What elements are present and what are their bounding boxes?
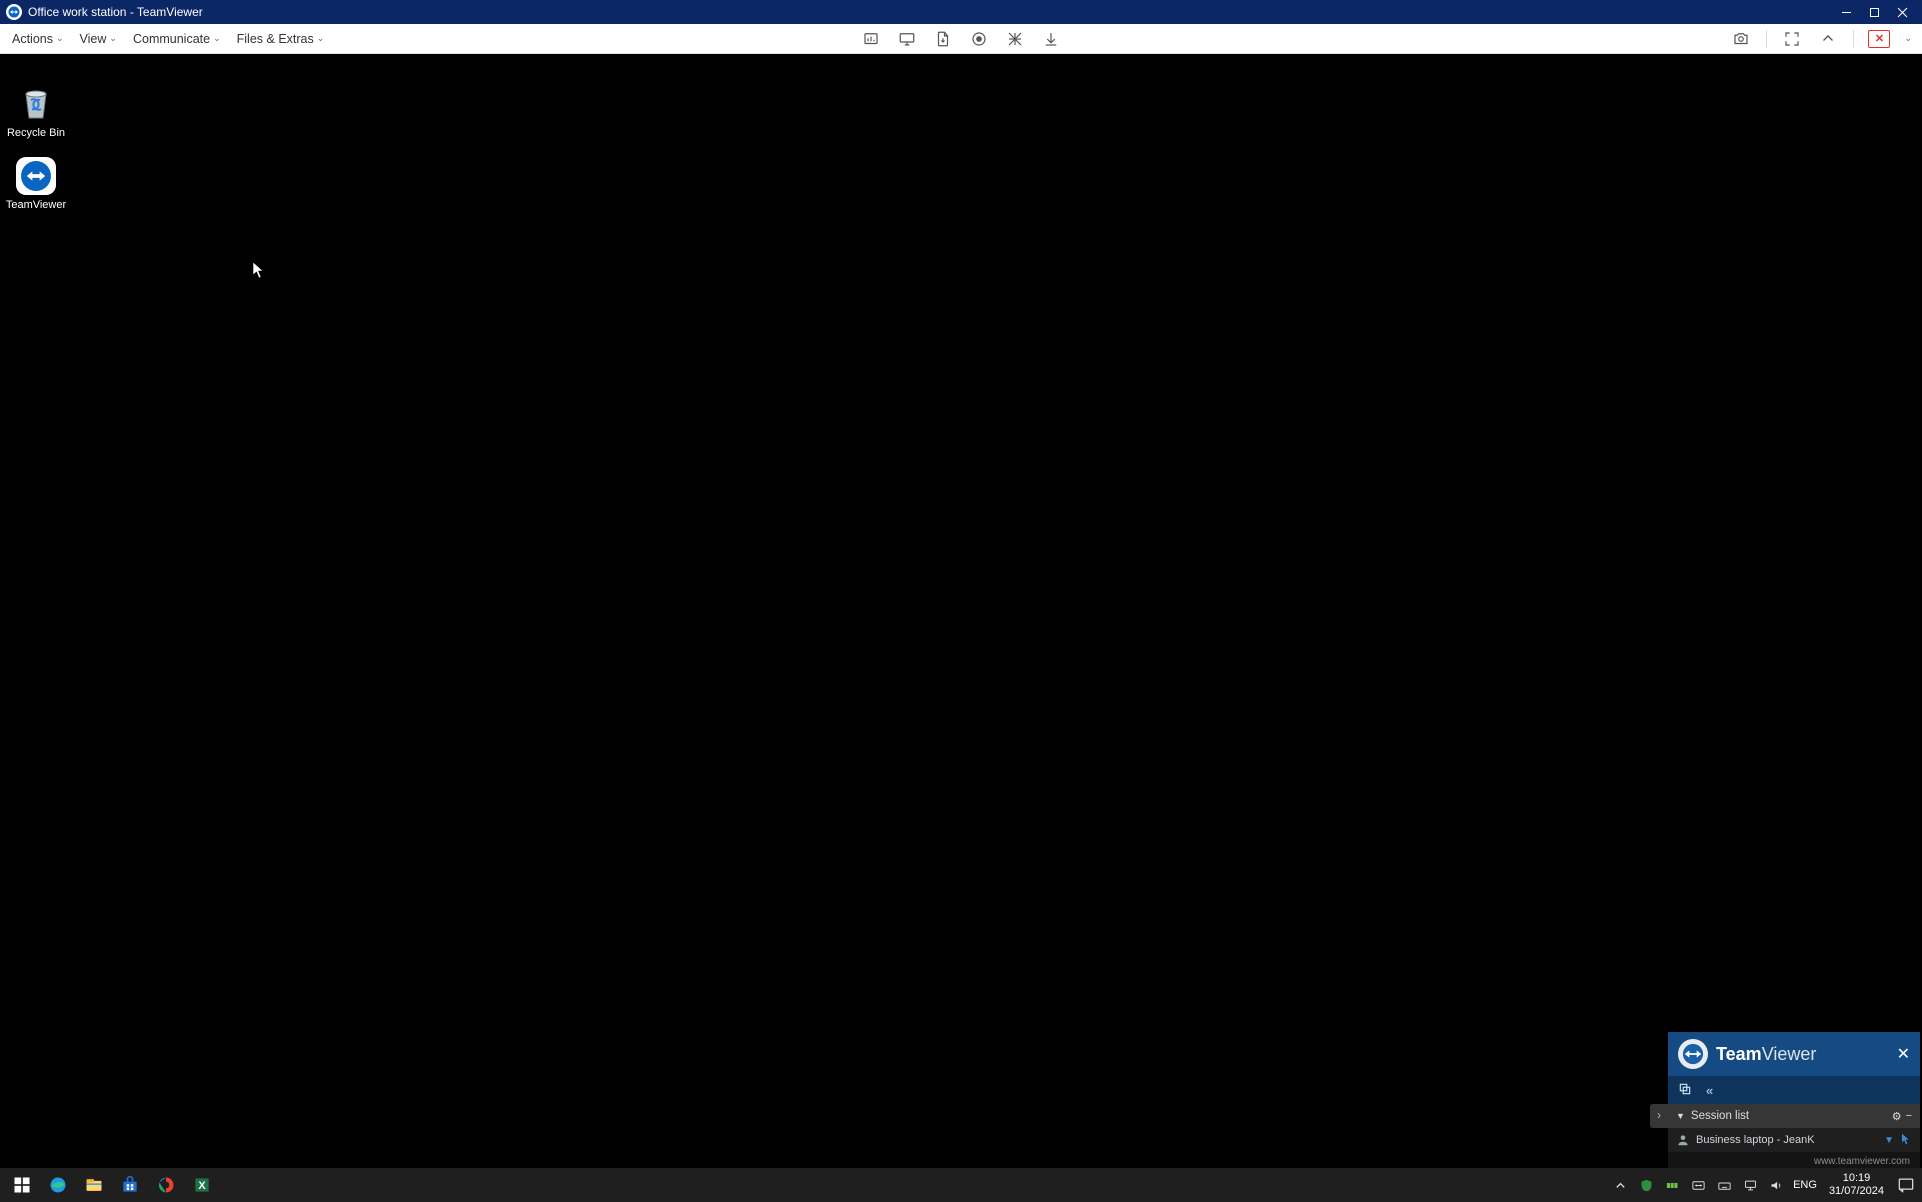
- menu-view-label: View: [80, 32, 107, 46]
- taskbar-app-store[interactable]: [112, 1168, 148, 1202]
- menu-files-extras-label: Files & Extras: [237, 32, 314, 46]
- separator: [1853, 30, 1854, 48]
- recycle-bin-icon: [16, 84, 56, 124]
- maximize-button[interactable]: [1860, 0, 1888, 24]
- user-icon: [1676, 1133, 1690, 1147]
- collapse-icon[interactable]: «: [1706, 1083, 1713, 1098]
- tray-keyboard-icon[interactable]: [1715, 1176, 1733, 1194]
- chevron-down-icon: ⌄: [317, 33, 325, 44]
- close-session-button[interactable]: ✕: [1868, 30, 1890, 48]
- menu-actions[interactable]: Actions ⌄: [0, 24, 72, 53]
- pointer-icon[interactable]: [1900, 1133, 1912, 1148]
- annotate-icon[interactable]: [1004, 28, 1026, 50]
- session-row[interactable]: Business laptop - JeanK ▼: [1668, 1128, 1920, 1152]
- chevron-down-icon: ⌄: [109, 33, 117, 44]
- tray-volume-icon[interactable]: [1767, 1176, 1785, 1194]
- remote-desktop[interactable]: Recycle Bin TeamViewer TeamViewer ✕ «: [0, 54, 1922, 1202]
- triangle-down-icon: ▼: [1676, 1111, 1685, 1121]
- screenshot-icon[interactable]: [1730, 28, 1752, 50]
- taskbar-app-edge[interactable]: [40, 1168, 76, 1202]
- tray-security-icon[interactable]: [1637, 1176, 1655, 1194]
- tray-time: 10:19: [1829, 1172, 1884, 1185]
- taskbar-app-excel[interactable]: X: [184, 1168, 220, 1202]
- separator: [1766, 30, 1767, 48]
- dashboard-icon[interactable]: [860, 28, 882, 50]
- mouse-cursor-icon: [252, 261, 266, 283]
- menu-files-extras[interactable]: Files & Extras ⌄: [229, 24, 333, 53]
- toolbar-center-icons: [860, 28, 1062, 50]
- tray-chevron-up-icon[interactable]: [1611, 1176, 1629, 1194]
- titlebar: Office work station - TeamViewer: [0, 0, 1922, 24]
- session-list-label: Session list: [1691, 1110, 1749, 1122]
- taskbar-app-explorer[interactable]: [76, 1168, 112, 1202]
- svg-text:X: X: [198, 1180, 206, 1192]
- desktop-icon-label: Recycle Bin: [1, 127, 71, 139]
- expand-arrow-icon[interactable]: ›: [1650, 1104, 1668, 1128]
- chevron-down-icon: ⌄: [56, 33, 64, 44]
- teamviewer-app-icon: [16, 156, 56, 196]
- panel-footer-url: www.teamviewer.com: [1814, 1156, 1910, 1167]
- close-button[interactable]: [1888, 0, 1916, 24]
- panel-close-button[interactable]: ✕: [1897, 1044, 1910, 1064]
- record-icon[interactable]: [968, 28, 990, 50]
- copy-icon[interactable]: [1678, 1082, 1692, 1099]
- tray-notifications-icon[interactable]: [1896, 1175, 1916, 1195]
- gear-icon[interactable]: ⚙: [1892, 1110, 1902, 1123]
- minus-icon[interactable]: −: [1906, 1110, 1912, 1122]
- menu-actions-label: Actions: [12, 32, 53, 46]
- toolbar: Actions ⌄ View ⌄ Communicate ⌄ Files & E…: [0, 24, 1922, 54]
- triangle-down-icon[interactable]: ▼: [1884, 1135, 1894, 1146]
- desktop-icon-recycle-bin[interactable]: Recycle Bin: [1, 84, 71, 139]
- chevron-down-icon: ⌄: [213, 33, 221, 44]
- teamviewer-logo-icon: [6, 4, 22, 20]
- menu-communicate[interactable]: Communicate ⌄: [125, 24, 229, 53]
- tray-clock[interactable]: 10:19 31/07/2024: [1825, 1172, 1888, 1198]
- taskbar-app-office[interactable]: [148, 1168, 184, 1202]
- teamviewer-panel: TeamViewer ✕ « › ▼ Session list ⚙ − Busi…: [1668, 1032, 1920, 1172]
- desktop-icon-label: TeamViewer: [1, 199, 71, 211]
- menu-view[interactable]: View ⌄: [72, 24, 125, 53]
- teamviewer-panel-header[interactable]: TeamViewer ✕: [1668, 1032, 1920, 1076]
- file-transfer-icon[interactable]: [932, 28, 954, 50]
- teamviewer-brand-label: TeamViewer: [1716, 1044, 1816, 1065]
- start-button[interactable]: [4, 1168, 40, 1202]
- tray-language[interactable]: ENG: [1793, 1179, 1817, 1191]
- remote-taskbar: X ENG: [0, 1168, 1922, 1202]
- tray-network-icon[interactable]: [1741, 1176, 1759, 1194]
- minimize-panel-icon[interactable]: [1817, 28, 1839, 50]
- toolbar-right-icons: ✕ ⌄: [1730, 28, 1922, 50]
- fullscreen-icon[interactable]: [1781, 28, 1803, 50]
- menu-communicate-label: Communicate: [133, 32, 210, 46]
- session-row-label: Business laptop - JeanK: [1696, 1134, 1878, 1146]
- monitor-icon[interactable]: [896, 28, 918, 50]
- window-title: Office work station - TeamViewer: [28, 5, 203, 19]
- tray-date: 31/07/2024: [1829, 1185, 1884, 1198]
- teamviewer-logo-icon: [1678, 1039, 1708, 1069]
- teamviewer-panel-subheader: «: [1668, 1076, 1920, 1104]
- minimize-button[interactable]: [1832, 0, 1860, 24]
- tray-teamviewer-icon[interactable]: [1689, 1176, 1707, 1194]
- chevron-down-icon[interactable]: ⌄: [1904, 33, 1912, 44]
- session-list-header[interactable]: › ▼ Session list ⚙ −: [1668, 1104, 1920, 1128]
- tray-battery-icon[interactable]: [1663, 1176, 1681, 1194]
- download-icon[interactable]: [1040, 28, 1062, 50]
- desktop-icon-teamviewer[interactable]: TeamViewer: [1, 156, 71, 211]
